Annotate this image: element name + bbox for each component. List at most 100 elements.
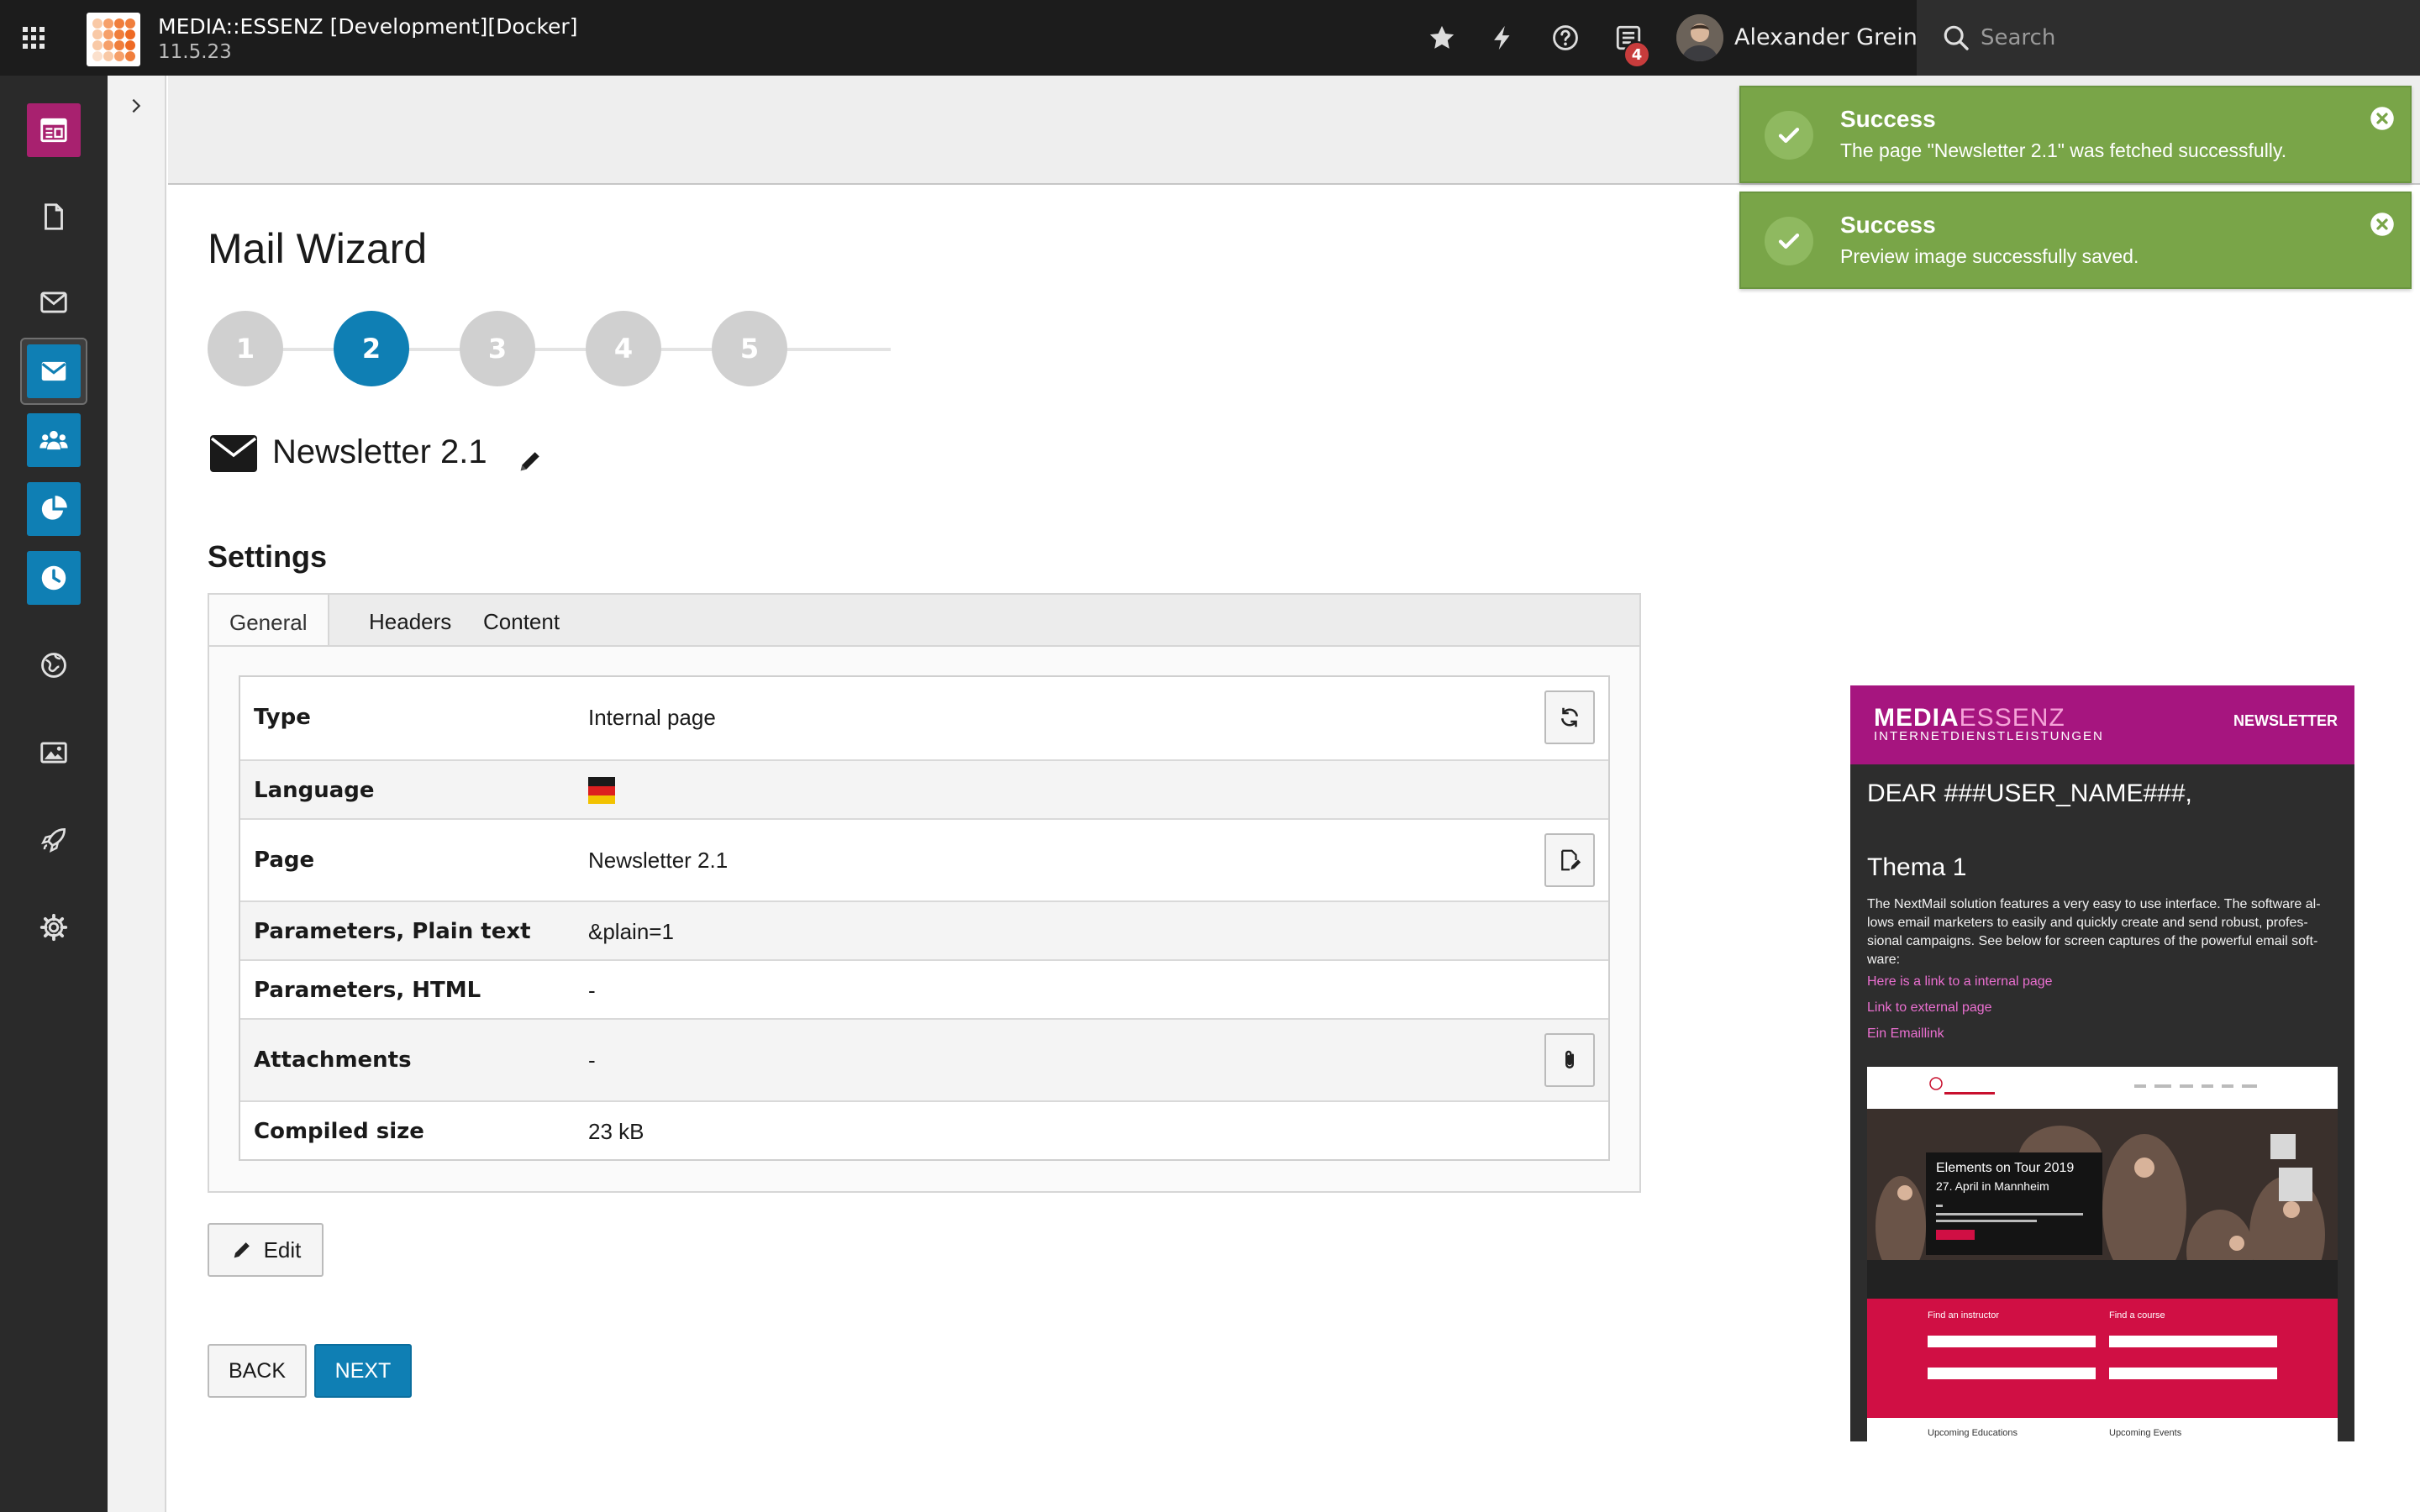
success-notification: Success The page "Newsletter 2.1" was fe… [1739, 86, 2412, 183]
add-attachment-button[interactable] [1544, 1033, 1595, 1087]
envelope-outline-icon [27, 276, 81, 329]
row-value: Internal page [588, 705, 716, 730]
wizard-step-1[interactable]: 1 [208, 311, 283, 386]
german-flag-icon [588, 777, 615, 805]
tab-headers[interactable]: Headers [349, 595, 471, 648]
tab-general[interactable]: General [209, 595, 329, 650]
refresh-icon [1561, 707, 1578, 727]
globe-icon [27, 638, 81, 692]
close-icon [2370, 107, 2394, 130]
notification-badge: 4 [1623, 41, 1650, 68]
top-bar: MEDIA::ESSENZ [Development][Docker] 11.5… [0, 0, 2420, 76]
search-icon [1944, 25, 1969, 50]
edit-title-button[interactable] [516, 447, 544, 475]
row-label: Type [254, 705, 311, 730]
table-row: Page Newsletter 2.1 [240, 818, 1608, 900]
newsletter-title: Newsletter 2.1 [272, 433, 487, 470]
queue-clock-module-icon [27, 551, 81, 605]
row-value: &plain=1 [588, 919, 674, 944]
module-sites[interactable] [22, 633, 86, 697]
row-label: Attachments [254, 1047, 412, 1073]
module-bar [0, 76, 108, 1512]
bodyart-logo-icon [1929, 1077, 2257, 1095]
module-statistics[interactable] [22, 477, 86, 541]
newsletter-module-icon [27, 344, 81, 398]
preview-header: MEDIAESSENZ INTERNETDIENSTLEISTUNGEN NEW… [1850, 685, 2354, 764]
module-list[interactable] [22, 185, 86, 249]
row-label: Page [254, 848, 315, 873]
table-row: Attachments - [240, 1018, 1608, 1100]
user-name[interactable]: Alexander Grein [1734, 24, 1918, 50]
screenshot-field [1928, 1368, 2096, 1379]
module-menu-button[interactable] [0, 0, 67, 76]
wizard-step-3[interactable]: 3 [460, 311, 535, 386]
screenshot-field [2109, 1368, 2277, 1379]
grid-icon [23, 27, 45, 49]
recipients-module-icon [27, 413, 81, 467]
preview-website-screenshot: Elements on Tour 2019 27. April in Mannh… [1867, 1067, 2338, 1441]
screenshot-field [2109, 1336, 2277, 1347]
edit-button[interactable]: Edit [208, 1223, 324, 1277]
screenshot-upcoming: Upcoming Educations Upcoming Events [1867, 1418, 2338, 1441]
clear-cache-button[interactable] [1483, 18, 1522, 57]
back-button[interactable]: BACK [208, 1344, 307, 1398]
wizard-step-4[interactable]: 4 [586, 311, 661, 386]
event-card-details-icon [1936, 1205, 2083, 1240]
check-circle-icon [1765, 111, 1813, 160]
preview-greeting: DEAR ###USER_NAME###, [1867, 780, 2192, 807]
row-value: Newsletter 2.1 [588, 848, 729, 873]
module-mail[interactable] [22, 270, 86, 334]
module-settings[interactable] [22, 895, 86, 959]
site-version: 11.5.23 [158, 41, 232, 63]
bookmarks-button[interactable] [1423, 18, 1461, 57]
screenshot-event-title: Elements on Tour 2019 [1936, 1161, 2075, 1175]
module-recipients[interactable] [22, 408, 86, 472]
edit-page-button[interactable] [1544, 833, 1595, 887]
paperclip-icon [1565, 1050, 1574, 1068]
expand-tree-button[interactable] [119, 89, 153, 123]
row-value: - [588, 1047, 596, 1073]
notification-title: Success [1840, 212, 1936, 238]
site-name: MEDIA::ESSENZ [Development][Docker] [158, 14, 578, 39]
screenshot-hero: Elements on Tour 2019 27. April in Mannh… [1867, 1109, 2338, 1299]
next-button[interactable]: NEXT [314, 1344, 412, 1398]
search-input[interactable] [1981, 18, 2401, 57]
avatar[interactable] [1676, 14, 1723, 61]
preview-newsletter-tag: NEWSLETTER [2233, 712, 2338, 729]
table-row: Language [240, 759, 1608, 818]
module-filelist[interactable] [22, 721, 86, 785]
envelope-icon [210, 435, 257, 472]
change-type-button[interactable] [1544, 690, 1595, 744]
web-page-module-icon [27, 103, 81, 157]
module-queue[interactable] [22, 546, 86, 610]
gear-icon [27, 900, 81, 954]
tab-content[interactable]: Content [463, 595, 580, 648]
row-label: Language [254, 778, 375, 803]
pencil-icon [234, 1242, 250, 1258]
module-newsletter[interactable] [20, 338, 87, 405]
screenshot-upcoming-educations: Upcoming Educations [1928, 1428, 2018, 1438]
page-title: Mail Wizard [208, 225, 428, 272]
screenshot-navbar [1867, 1067, 2338, 1109]
edit-button-label: Edit [263, 1236, 302, 1263]
screenshot-event-card: Elements on Tour 2019 27. April in Mannh… [1926, 1152, 2102, 1255]
wizard-step-2[interactable]: 2 [334, 311, 409, 386]
row-value: 23 kB [588, 1119, 644, 1144]
module-extensions[interactable] [22, 808, 86, 872]
site-logo[interactable] [87, 13, 140, 66]
preview-link-email: Ein Emaillink [1867, 1026, 1944, 1041]
help-button[interactable] [1546, 18, 1585, 57]
newsletter-preview: MEDIAESSENZ INTERNETDIENSTLEISTUNGEN NEW… [1850, 685, 2354, 1441]
notification-close-button[interactable] [2370, 106, 2395, 131]
file-icon [27, 190, 81, 244]
settings-heading: Settings [208, 539, 328, 574]
wizard-step-5[interactable]: 5 [712, 311, 787, 386]
module-web-page[interactable] [22, 98, 86, 162]
pencil-icon [520, 452, 539, 471]
logo-dots-icon [92, 18, 135, 61]
preview-link-external: Link to external page [1867, 1000, 1992, 1015]
question-circle-icon [1553, 25, 1578, 50]
notification-close-button[interactable] [2370, 212, 2395, 237]
settings-table: Type Internal page Language Page Newslet… [239, 675, 1610, 1161]
row-value [588, 776, 615, 805]
